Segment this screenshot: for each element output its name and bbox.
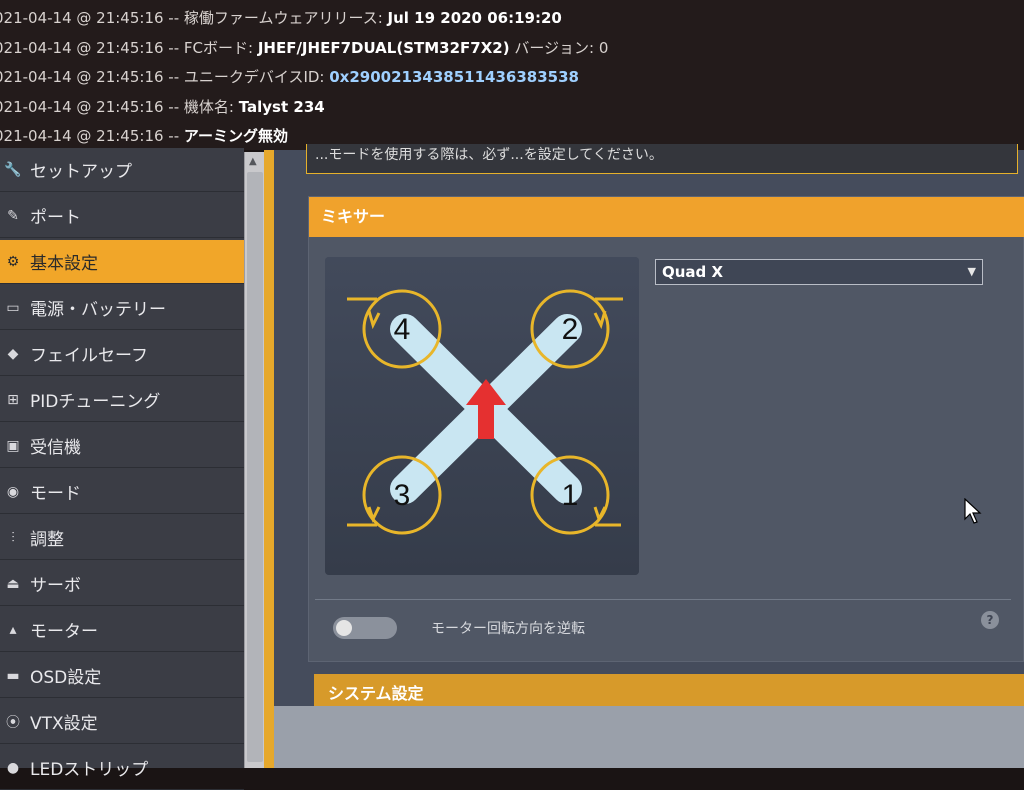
log-line: 021-04-14 @ 21:45:16 -- FCボード: JHEF/JHEF…	[0, 38, 609, 57]
motor-reverse-label: モーター回転方向を逆転	[431, 621, 585, 637]
sidebar-item-label: VTX設定	[30, 714, 98, 734]
sidebar-item-2[interactable]: ⚙ 基本設定	[0, 240, 244, 284]
sidebar-item-11[interactable]: ▬ OSD設定	[0, 654, 244, 698]
sidebar-item-4[interactable]: ◆ フェイルセーフ	[0, 332, 244, 376]
sidebar-item-1[interactable]: ✎ ポート	[0, 194, 244, 238]
sidebar-item-label: ポート	[30, 208, 81, 228]
sidebar-item-label: OSD設定	[30, 668, 102, 688]
toggle-knob	[336, 620, 352, 636]
mixer-type-select[interactable]: Quad X ▼	[655, 259, 983, 285]
sidebar-item-label: PIDチューニング	[30, 392, 161, 412]
plug-icon: ✎	[7, 207, 19, 224]
sidebar-item-label: モード	[30, 484, 81, 504]
sidebar: 🔧 セットアップ ✎ ポート ⚙ 基本設定 ▭ 電源・バッテリー ◆ フェイルセーフ ⊞ PIDチュー…	[0, 148, 244, 790]
toggle-icon: ◉	[6, 483, 20, 500]
log-panel: 021-04-14 @ 21:45:16 -- 稼働ファームウェアリリース: J…	[0, 0, 1024, 150]
chevron-down-icon: ▼	[967, 265, 976, 278]
sliders-icon: ⫶	[11, 529, 15, 546]
sidebar-item-8[interactable]: ⫶ 調整	[0, 516, 244, 560]
divider	[315, 599, 1011, 600]
sidebar-scrollbar[interactable]: ▲	[244, 152, 265, 768]
bottom-bar	[274, 706, 1024, 768]
battery-icon: ▭	[6, 299, 20, 316]
content-border	[264, 150, 274, 768]
mouse-cursor-icon	[964, 497, 982, 528]
diamond-icon: ◆	[7, 345, 19, 362]
notice-box: ...モードを使用する際は、必ず...を設定してください。	[306, 144, 1018, 174]
sidebar-item-6[interactable]: ▣ 受信機	[0, 424, 244, 468]
sidebar-item-12[interactable]: ⦿ VTX設定	[0, 700, 244, 744]
osd-icon: ▬	[6, 667, 20, 684]
scroll-up-icon[interactable]: ▲	[249, 156, 257, 167]
mixer-panel: ミキサー 4 2 3 1 Quad X ▼ モーター回転方向を逆転 ?	[308, 196, 1024, 662]
sidebar-item-label: 調整	[30, 530, 64, 550]
sidebar-item-label: 受信機	[30, 438, 81, 458]
sidebar-item-label: フェイルセーフ	[30, 346, 148, 366]
receiver-icon: ▣	[6, 437, 20, 454]
sidebar-item-10[interactable]: ▴ モーター	[0, 608, 244, 652]
sidebar-item-label: モーター	[30, 622, 98, 642]
sidebar-item-label: セットアップ	[30, 162, 132, 182]
sidebar-item-label: サーボ	[30, 576, 81, 596]
servo-icon: ⏏	[6, 575, 20, 592]
antenna-icon: ⦿	[6, 714, 20, 731]
log-line: 021-04-14 @ 21:45:16 -- 稼働ファームウェアリリース: J…	[0, 9, 562, 27]
help-icon[interactable]: ?	[981, 611, 999, 629]
svg-text:3: 3	[394, 479, 411, 512]
svg-text:2: 2	[562, 313, 579, 346]
sidebar-item-5[interactable]: ⊞ PIDチューニング	[0, 378, 244, 422]
sidebar-item-3[interactable]: ▭ 電源・バッテリー	[0, 286, 244, 330]
log-line: 021-04-14 @ 21:45:16 -- ユニークデバイスID: 0x29…	[0, 68, 579, 86]
sidebar-item-9[interactable]: ⏏ サーボ	[0, 562, 244, 606]
sidebar-item-13[interactable]: ● LEDストリップ	[0, 746, 244, 790]
main-content: ...モードを使用する際は、必ず...を設定してください。 ミキサー 4 2 3…	[274, 144, 1024, 768]
svg-text:4: 4	[394, 313, 411, 346]
quad-x-diagram: 4 2 3 1	[325, 257, 639, 575]
sidebar-item-0[interactable]: 🔧 セットアップ	[0, 148, 244, 192]
scrollbar-thumb[interactable]	[247, 172, 263, 762]
sidebar-item-7[interactable]: ◉ モード	[0, 470, 244, 514]
motor-icon: ▴	[9, 621, 17, 638]
svg-text:1: 1	[562, 479, 579, 512]
network-icon: ⊞	[7, 391, 19, 408]
sidebar-item-label: 電源・バッテリー	[30, 300, 166, 320]
log-line: 021-04-14 @ 21:45:16 -- 機体名: Talyst 234	[0, 97, 325, 116]
sidebar-item-label: 基本設定	[30, 254, 98, 274]
gear-icon: ⚙	[6, 253, 20, 270]
mixer-title: ミキサー	[309, 197, 1024, 237]
motor-reverse-toggle[interactable]	[333, 617, 397, 639]
wrench-icon: 🔧	[4, 161, 22, 178]
